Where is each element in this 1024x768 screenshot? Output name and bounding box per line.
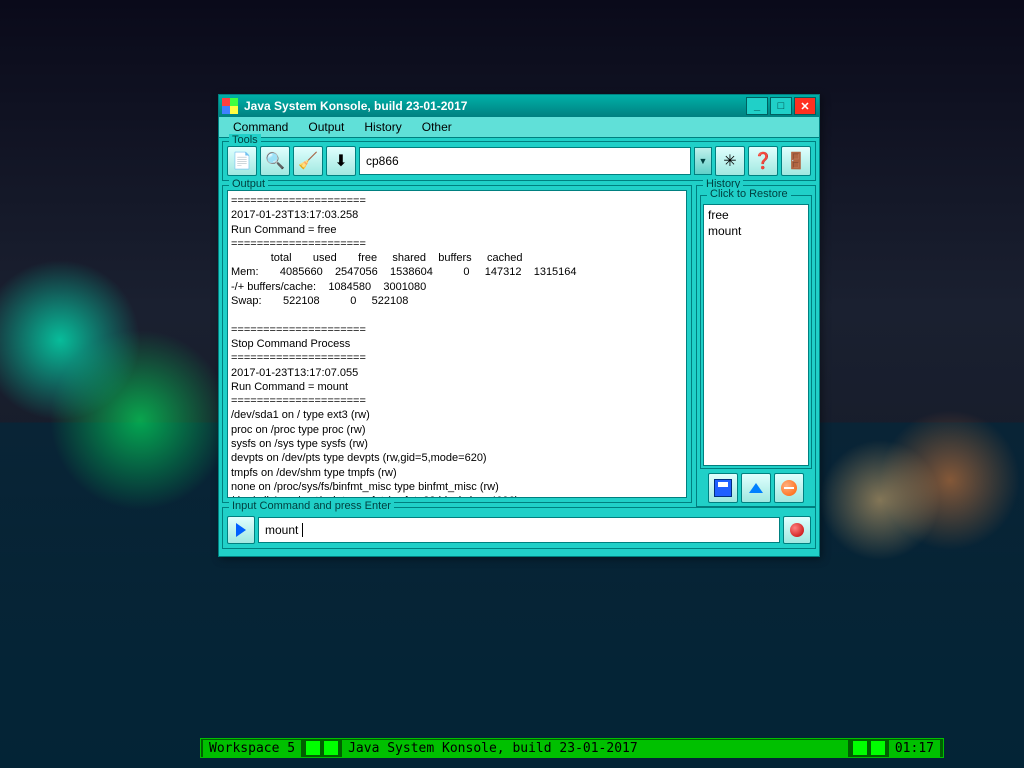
record-button[interactable] <box>783 516 811 544</box>
taskbar-indicator[interactable] <box>853 741 867 755</box>
history-save-button[interactable] <box>708 473 738 503</box>
menu-history[interactable]: History <box>354 118 411 136</box>
output-label: Output <box>229 178 268 190</box>
history-panel: History Click to Restore free mount <box>696 185 816 507</box>
app-window: Java System Konsole, build 23-01-2017 _ … <box>218 94 820 557</box>
history-load-button[interactable] <box>741 473 771 503</box>
maximize-button[interactable]: □ <box>770 97 792 115</box>
close-button[interactable]: ✕ <box>794 97 816 115</box>
history-item[interactable]: mount <box>706 223 806 239</box>
tool-btn-2[interactable]: 🔍 <box>260 146 290 176</box>
encoding-dropdown-icon[interactable]: ▼ <box>694 147 712 175</box>
window-title: Java System Konsole, build 23-01-2017 <box>244 99 746 113</box>
tool-btn-1[interactable]: 📄 <box>227 146 257 176</box>
taskbar-indicator[interactable] <box>324 741 338 755</box>
tool-btn-settings[interactable]: ✳ <box>715 146 745 176</box>
command-input-value: mount <box>265 523 298 537</box>
history-restore-panel: Click to Restore free mount <box>700 195 812 469</box>
menu-output[interactable]: Output <box>298 118 354 136</box>
tool-btn-help[interactable]: ❓ <box>748 146 778 176</box>
history-click-label: Click to Restore <box>707 188 791 200</box>
taskbar-indicator[interactable] <box>306 741 320 755</box>
tools-label: Tools <box>229 134 261 146</box>
input-panel: Input Command and press Enter mount <box>222 507 816 549</box>
taskbar-indicator[interactable] <box>871 741 885 755</box>
upload-icon <box>749 483 763 493</box>
output-panel: Output ===================== 2017-01-23T… <box>222 185 692 503</box>
text-cursor <box>298 523 302 537</box>
history-list[interactable]: free mount <box>703 204 809 466</box>
encoding-field[interactable]: cp866 <box>359 147 691 175</box>
record-icon <box>790 523 804 537</box>
play-icon <box>236 523 246 537</box>
stop-icon <box>781 480 797 496</box>
taskbar-clock: 01:17 <box>889 740 941 757</box>
taskbar[interactable]: Workspace 5 Java System Konsole, build 2… <box>200 738 944 758</box>
menu-other[interactable]: Other <box>412 118 462 136</box>
app-icon <box>222 98 238 114</box>
desktop-background: Java System Konsole, build 23-01-2017 _ … <box>0 0 1024 768</box>
tool-btn-3[interactable]: 🧹 <box>293 146 323 176</box>
history-clear-button[interactable] <box>774 473 804 503</box>
run-button[interactable] <box>227 516 255 544</box>
input-label: Input Command and press Enter <box>229 500 394 512</box>
tool-btn-4[interactable]: ⬇ <box>326 146 356 176</box>
titlebar[interactable]: Java System Konsole, build 23-01-2017 _ … <box>219 95 819 117</box>
menubar: Command Output History Other <box>219 117 819 138</box>
command-input[interactable]: mount <box>258 517 780 543</box>
history-item[interactable]: free <box>706 207 806 223</box>
minimize-button[interactable]: _ <box>746 97 768 115</box>
save-icon <box>714 479 732 497</box>
taskbar-app[interactable]: Java System Konsole, build 23-01-2017 <box>342 740 849 757</box>
output-text[interactable]: ===================== 2017-01-23T13:17:0… <box>227 190 687 498</box>
tools-panel: Tools 📄 🔍 🧹 ⬇ cp866 ▼ ✳ ❓ 🚪 <box>222 141 816 181</box>
tool-btn-exit[interactable]: 🚪 <box>781 146 811 176</box>
taskbar-workspace[interactable]: Workspace 5 <box>203 740 302 757</box>
